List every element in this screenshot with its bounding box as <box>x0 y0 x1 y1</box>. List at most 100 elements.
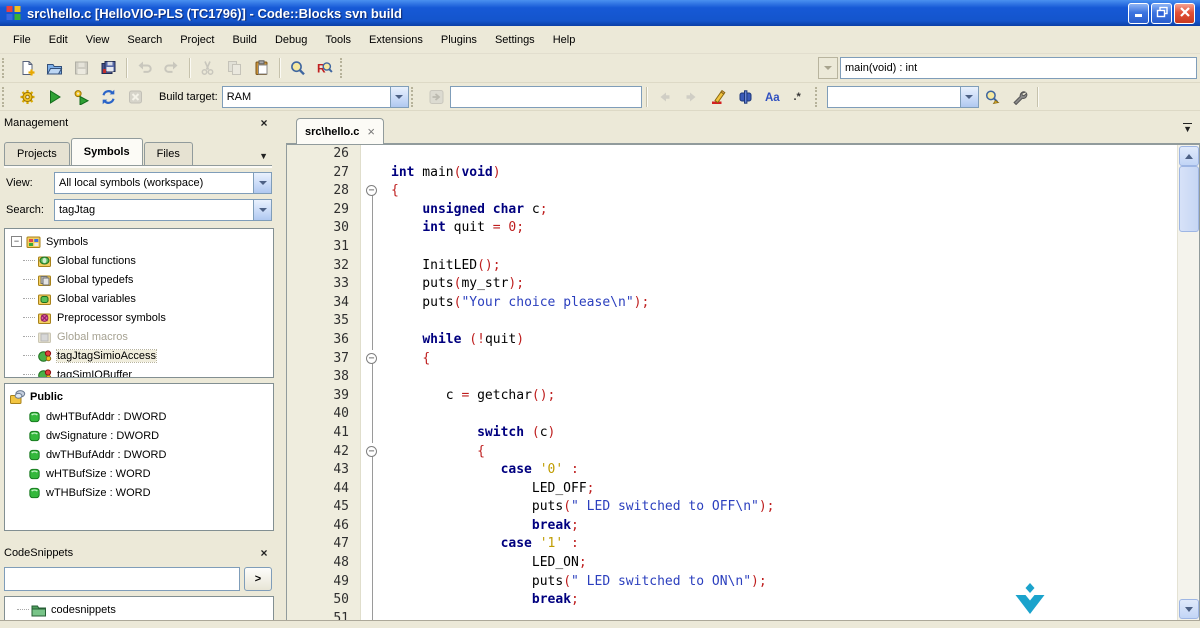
fold-collapse-icon[interactable]: − <box>366 185 377 196</box>
options-button[interactable] <box>1006 84 1033 110</box>
minimize-button[interactable] <box>1128 3 1149 24</box>
fold-margin[interactable]: − <box>361 350 385 369</box>
code-line[interactable]: 44 LED_OFF; <box>287 480 1178 499</box>
menu-extensions[interactable]: Extensions <box>360 30 432 50</box>
tree-item-global-variables[interactable]: Global variables <box>5 289 273 308</box>
tab-list-dropdown-icon[interactable]: ▼ <box>259 151 272 165</box>
member-row[interactable]: wHTBufSize : WORD <box>5 464 273 483</box>
scrollbar-thumb[interactable] <box>1179 166 1199 232</box>
code-line[interactable]: 48 LED_ON; <box>287 554 1178 573</box>
chevron-down-icon[interactable] <box>253 200 271 220</box>
codesnippets-search-input[interactable] <box>4 567 240 591</box>
code-line[interactable]: 46 break; <box>287 517 1178 536</box>
code-editor-surface[interactable]: 2627int main(void)28−{29 unsigned char c… <box>287 145 1178 620</box>
code-line[interactable]: 28−{ <box>287 182 1178 201</box>
code-line[interactable]: 37− { <box>287 350 1178 369</box>
menu-project[interactable]: Project <box>171 30 223 50</box>
toolbar-grip[interactable] <box>340 58 349 78</box>
tab-list-dropdown-icon[interactable]: ▼ <box>1183 123 1192 134</box>
tree-item-codesnippets[interactable]: codesnippets <box>5 600 273 619</box>
debug-command-input[interactable] <box>450 86 642 108</box>
toolbar-grip[interactable] <box>411 87 420 107</box>
code-line[interactable]: 29 unsigned char c; <box>287 201 1178 220</box>
code-line[interactable]: 40 <box>287 405 1178 424</box>
collapse-icon[interactable]: − <box>11 236 22 247</box>
code-line[interactable]: 45 puts(" LED switched to OFF\n"); <box>287 498 1178 517</box>
symbol-scope-dropdown[interactable] <box>818 57 838 79</box>
symbol-search-combo[interactable]: tagJtag <box>54 199 272 221</box>
codesnippets-close-button[interactable]: × <box>256 545 272 561</box>
editor-vertical-scrollbar[interactable] <box>1177 145 1199 620</box>
menu-build[interactable]: Build <box>223 30 265 50</box>
tab-projects[interactable]: Projects <box>4 142 70 165</box>
menu-file[interactable]: File <box>4 30 40 50</box>
code-line[interactable]: 47 case '1' : <box>287 535 1178 554</box>
find-in-files-button[interactable]: R <box>311 55 338 81</box>
tree-item-tagjtagsimioaccess[interactable]: tagJtagSimioAccess <box>5 346 273 365</box>
rebuild-button[interactable] <box>95 84 122 110</box>
tree-item-global-functions[interactable]: Global functions <box>5 251 273 270</box>
incremental-search-button[interactable] <box>979 84 1006 110</box>
code-line[interactable]: 34 puts("Your choice please\n"); <box>287 294 1178 313</box>
build-and-run-button[interactable] <box>68 84 95 110</box>
menu-tools[interactable]: Tools <box>316 30 360 50</box>
build-button[interactable] <box>14 84 41 110</box>
code-line[interactable]: 41 switch (c) <box>287 424 1178 443</box>
tree-item-preprocessor-symbols[interactable]: Preprocessor symbols <box>5 308 273 327</box>
toolbar-grip[interactable] <box>2 58 11 78</box>
close-button[interactable] <box>1174 3 1195 24</box>
scroll-up-button[interactable] <box>1179 146 1199 166</box>
restore-button[interactable] <box>1151 3 1172 24</box>
tree-item-tagsimiobuffer[interactable]: tagSimIOBuffer <box>5 365 273 378</box>
regex-button[interactable]: .* <box>786 84 813 110</box>
highlight-button[interactable] <box>705 84 732 110</box>
code-line[interactable]: 27int main(void) <box>287 164 1178 183</box>
menu-settings[interactable]: Settings <box>486 30 544 50</box>
editor-tab-hello-c[interactable]: src\hello.c × <box>296 118 384 144</box>
tree-item-symbols[interactable]: −Symbols <box>5 232 273 251</box>
find-button[interactable] <box>284 55 311 81</box>
menu-edit[interactable]: Edit <box>40 30 77 50</box>
symbol-browser-combo[interactable]: main(void) : int <box>840 57 1197 79</box>
scroll-down-button[interactable] <box>1179 599 1199 619</box>
code-line[interactable]: 31 <box>287 238 1178 257</box>
codesnippets-go-button[interactable]: > <box>244 567 272 591</box>
code-line[interactable]: 26 <box>287 145 1178 164</box>
tab-symbols[interactable]: Symbols <box>71 138 143 165</box>
tab-close-icon[interactable]: × <box>367 127 375 137</box>
build-target-combo[interactable]: RAM <box>222 86 409 108</box>
fold-margin[interactable]: − <box>361 443 385 462</box>
menu-search[interactable]: Search <box>118 30 171 50</box>
member-row[interactable]: wTHBufSize : WORD <box>5 483 273 502</box>
chevron-down-icon[interactable] <box>960 87 978 107</box>
chevron-down-icon[interactable] <box>253 173 271 193</box>
goto-button[interactable] <box>732 84 759 110</box>
run-button[interactable] <box>41 84 68 110</box>
save-all-button[interactable] <box>95 55 122 81</box>
code-line[interactable]: 36 while (!quit) <box>287 331 1178 350</box>
menu-debug[interactable]: Debug <box>266 30 316 50</box>
member-row[interactable]: dwTHBufAddr : DWORD <box>5 445 273 464</box>
fold-collapse-icon[interactable]: − <box>366 353 377 364</box>
chevron-down-icon[interactable] <box>390 87 408 107</box>
incremental-search-combo[interactable] <box>827 86 979 108</box>
code-line[interactable]: 35 <box>287 312 1178 331</box>
management-close-button[interactable]: × <box>256 115 272 131</box>
code-line[interactable]: 30 int quit = 0; <box>287 219 1178 238</box>
member-row[interactable]: dwHTBufAddr : DWORD <box>5 407 273 426</box>
open-file-button[interactable] <box>41 55 68 81</box>
match-case-button[interactable]: Aa <box>759 84 786 110</box>
menu-view[interactable]: View <box>77 30 119 50</box>
code-line[interactable]: 43 case '0' : <box>287 461 1178 480</box>
toolbar-grip[interactable] <box>815 87 824 107</box>
paste-button[interactable] <box>248 55 275 81</box>
code-line[interactable]: 32 InitLED(); <box>287 257 1178 276</box>
toolbar-grip[interactable] <box>2 87 11 107</box>
code-line[interactable]: 39 c = getchar(); <box>287 387 1178 406</box>
member-row[interactable]: dwSignature : DWORD <box>5 426 273 445</box>
tree-item-global-typedefs[interactable]: Global typedefs <box>5 270 273 289</box>
fold-margin[interactable]: − <box>361 182 385 201</box>
code-line[interactable]: 33 puts(my_str); <box>287 275 1178 294</box>
tree-item-global-macros[interactable]: Global macros <box>5 327 273 346</box>
fold-collapse-icon[interactable]: − <box>366 446 377 457</box>
